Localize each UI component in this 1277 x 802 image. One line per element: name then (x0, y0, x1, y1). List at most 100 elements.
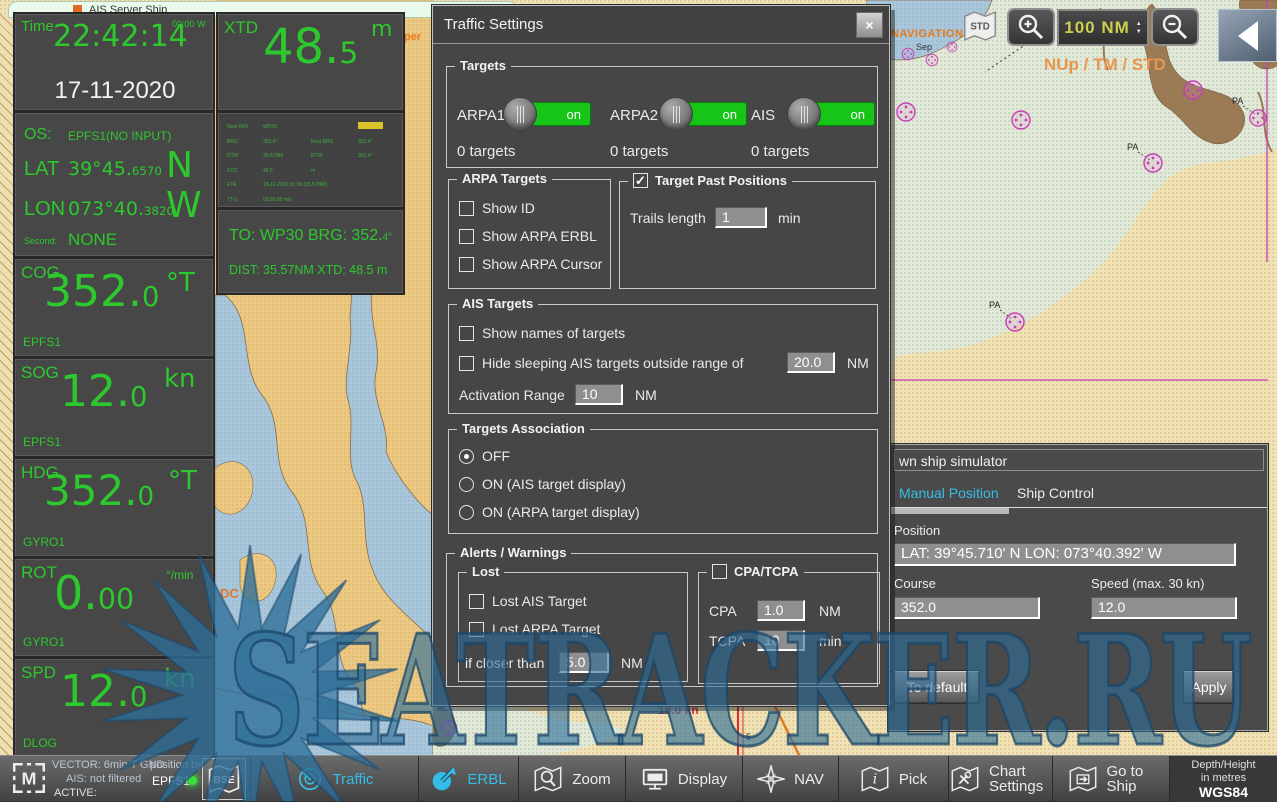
xtd-panel: XTD 48.5 m (218, 14, 403, 110)
range-spinner[interactable]: ▲▼ (1136, 21, 1142, 35)
position-panel: OS: EPFS1(NO INPUT) LAT 39°45.6570 N LON… (15, 113, 213, 256)
arpa2-toggle[interactable]: on (661, 101, 747, 127)
xtd-unit: m (371, 19, 392, 41)
apply-button[interactable]: Apply (1183, 670, 1235, 704)
pa-label: PA (1127, 142, 1138, 152)
course-input[interactable]: 352.0 (894, 597, 1040, 619)
targets-group: Targets ARPA1 on ARPA2 on AIS on 0 targe… (446, 66, 878, 168)
course-label: Course (894, 576, 936, 591)
cpa-tcpa-checkbox[interactable] (712, 564, 727, 579)
association-off-radio[interactable] (459, 449, 474, 464)
trails-length-label: Trails length (630, 210, 706, 226)
toggle-knob[interactable] (503, 97, 537, 131)
sog-value: 12.0 (60, 370, 147, 414)
lat-hemisphere: N (166, 148, 193, 184)
range-display[interactable]: 100 NM ▲▼ (1057, 9, 1149, 46)
datum-line2: in metres (1201, 772, 1246, 784)
menu-m-icon[interactable]: M (10, 759, 48, 797)
speed-input[interactable]: 12.0 (1091, 597, 1237, 619)
chart-navigation-label: NAVIGATION (891, 28, 963, 40)
toolbar-button-go-to-ship[interactable]: Go to Ship (1052, 756, 1169, 802)
zoom-out-button[interactable] (1151, 8, 1199, 46)
wpt-table-cell: Next BRG (311, 139, 334, 145)
toolbar-button-display[interactable]: Display (625, 756, 742, 802)
position-input[interactable]: LAT: 39°45.710' N LON: 073°40.392' W (894, 543, 1236, 566)
time-value: 22:42:14 (53, 22, 188, 52)
toolbar-button-chart-settings[interactable]: Chart Settings (948, 756, 1052, 802)
to-default-button[interactable]: To default (894, 670, 980, 704)
arpa1-toggle[interactable]: on (505, 101, 591, 127)
show-names-checkbox[interactable] (459, 326, 474, 341)
show-arpa-erbl-checkbox[interactable] (459, 229, 474, 244)
cpa-tcpa-legend: CPA/TCPA (734, 564, 799, 579)
toolbar-button-erbl[interactable]: ERBL (418, 756, 518, 802)
cog-source: EPFS1 (23, 335, 61, 349)
date-value: 17-11-2020 (16, 77, 214, 105)
datum-line1: Depth/Height (1191, 759, 1255, 771)
std-chart-button[interactable]: STD (962, 9, 998, 43)
bse-button[interactable]: BSE (202, 758, 246, 800)
activation-range-input[interactable]: 10 (575, 384, 623, 405)
os-source: EPFS1(NO INPUT) (68, 129, 171, 143)
zoom-out-icon (1159, 12, 1191, 42)
foul-symbol (1012, 111, 1030, 129)
time-zone: 00:00 W (172, 19, 206, 29)
toggle-knob[interactable] (787, 97, 821, 131)
ais-toggle[interactable]: on (789, 101, 875, 127)
os-label: OS: (24, 126, 52, 144)
tab-ship-control[interactable]: Ship Control (1017, 485, 1094, 501)
bse-map-icon: BSE (207, 763, 241, 795)
panel-collapse-button[interactable] (1218, 9, 1277, 62)
toolbar-button-traffic[interactable]: Traffic (250, 756, 418, 802)
erbl-icon (430, 765, 458, 793)
wpt-table-cell: Next WPt (227, 124, 248, 130)
toolbar-button-nav[interactable]: NAV (742, 756, 838, 802)
tab-manual-position[interactable]: Manual Position (899, 485, 999, 501)
chevron-left-icon (1238, 21, 1258, 51)
show-arpa-cursor-checkbox[interactable] (459, 257, 474, 272)
hdg-value: 352.0 (44, 470, 154, 512)
cpa-input[interactable]: 1.0 (757, 600, 805, 621)
hide-sleeping-range-input[interactable]: 20.0 (787, 352, 835, 373)
toggle-on-label: on (851, 107, 865, 122)
position-label: Position (894, 523, 940, 538)
ais-filter-status: AIS: not filtered (66, 773, 141, 785)
show-id-checkbox[interactable] (459, 201, 474, 216)
toolbar-button-label: Pick (899, 772, 927, 787)
association-arpa-radio[interactable] (459, 505, 474, 520)
pa-label: PA (1232, 96, 1243, 106)
tcpa-input[interactable]: 10 (757, 630, 805, 651)
display-monitor-icon (641, 766, 669, 792)
toolbar-button-label: NAV (794, 772, 824, 787)
dialog-titlebar[interactable]: Traffic Settings × (433, 6, 889, 44)
chart-label-fragment: per (404, 31, 421, 43)
toggle-knob[interactable] (659, 97, 693, 131)
range-value: 100 NM (1064, 18, 1130, 38)
spinner-down-icon[interactable]: ▼ (1136, 29, 1142, 35)
association-ais-radio[interactable] (459, 477, 474, 492)
close-icon[interactable]: × (856, 12, 883, 38)
route-dist-line: DIST: 35.57NM XTD: 48.5 m (229, 263, 387, 277)
svg-text:i: i (873, 772, 877, 788)
past-positions-checkbox[interactable] (633, 173, 648, 188)
if-closer-input[interactable]: 5.0 (559, 652, 609, 673)
toolbar-button-label: Chart Settings (989, 764, 1051, 794)
trails-length-input[interactable]: 1 (715, 207, 767, 228)
lost-ais-checkbox[interactable] (469, 594, 484, 609)
zoom-in-icon (1015, 12, 1047, 42)
alerts-warnings-group: Alerts / Warnings Lost Lost AIS Target L… (446, 553, 878, 687)
show-arpa-erbl-label: Show ARPA ERBL (482, 228, 597, 244)
arpa1-target-count: 0 targets (457, 143, 515, 160)
wpt-table-cell: 35.57NM (263, 153, 283, 159)
lost-legend: Lost (467, 564, 504, 579)
alerts-warnings-legend: Alerts / Warnings (455, 545, 571, 560)
hide-sleeping-checkbox[interactable] (459, 356, 474, 371)
svg-text:BSE: BSE (213, 775, 235, 786)
spinner-up-icon[interactable]: ▲ (1136, 21, 1142, 27)
svg-text:STD: STD (970, 21, 989, 32)
toolbar-button-pick[interactable]: i Pick (838, 756, 948, 802)
lost-arpa-checkbox[interactable] (469, 622, 484, 637)
zoom-in-button[interactable] (1007, 8, 1055, 46)
toolbar-button-zoom[interactable]: Zoom (518, 756, 625, 802)
foul-symbol (902, 48, 914, 60)
